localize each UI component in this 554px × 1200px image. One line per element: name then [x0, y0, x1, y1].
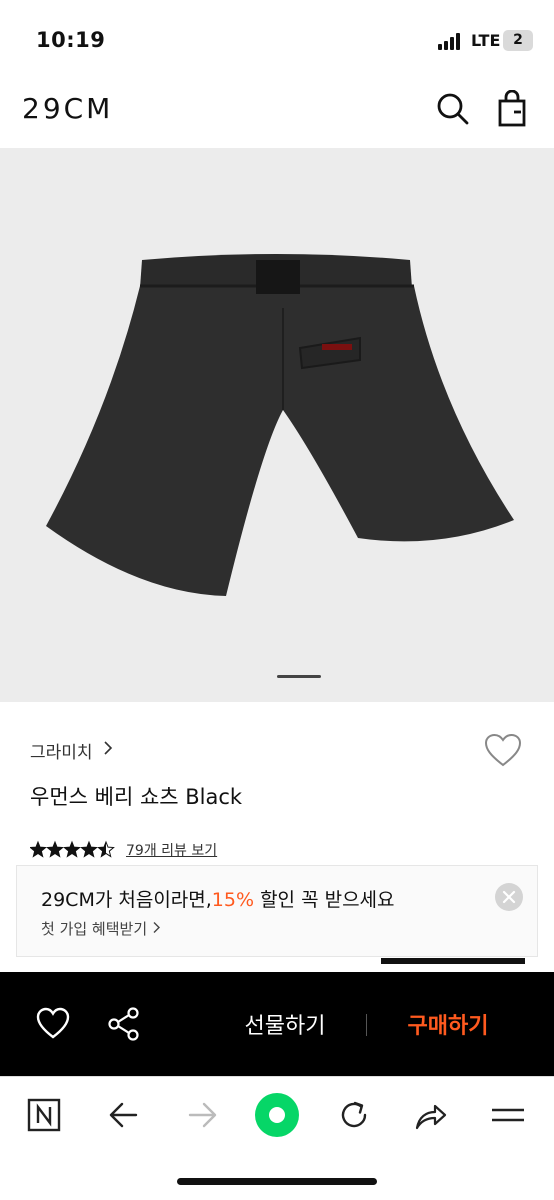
- promo-title-suffix: 할인 꼭 받으세요: [254, 889, 395, 911]
- promo-discount: 15%: [211, 889, 255, 911]
- network-type: LTE: [471, 31, 501, 50]
- heart-icon[interactable]: [484, 733, 522, 769]
- rating-stars: [30, 840, 115, 858]
- share-icon[interactable]: [106, 1006, 142, 1042]
- divider: [366, 1014, 367, 1036]
- shorts-illustration: [46, 254, 514, 596]
- naver-home-icon[interactable]: [26, 1097, 62, 1133]
- home-indicator: [177, 1178, 377, 1185]
- promo-title: 29CM가 처음이라면,15% 할인 꼭 받으세요: [41, 885, 395, 912]
- star-fill: [30, 842, 46, 857]
- share-icon[interactable]: [412, 1097, 448, 1133]
- action-bar: 선물하기 구매하기: [0, 972, 554, 1076]
- product-name: 우먼스 베리 쇼츠 Black: [30, 785, 243, 809]
- forward-icon[interactable]: [184, 1097, 220, 1133]
- search-icon[interactable]: [434, 90, 472, 128]
- product-image[interactable]: [0, 148, 554, 702]
- close-icon[interactable]: [495, 883, 523, 911]
- star-fill: [64, 842, 80, 857]
- status-time: 10:19: [36, 28, 106, 52]
- heart-icon[interactable]: [35, 1006, 71, 1042]
- status-bar: 10:19 LTE 2: [0, 0, 554, 80]
- promo-signup-label: 첫 가입 혜택받기: [41, 920, 148, 938]
- chevron-right-icon[interactable]: [102, 740, 114, 756]
- promo-title-prefix: 29CM가 처음이라면,: [41, 889, 212, 911]
- naver-green-dot-icon[interactable]: [254, 1092, 300, 1138]
- app-header: 29CM: [0, 80, 554, 148]
- partial-element: [381, 958, 525, 964]
- gift-button[interactable]: 선물하기: [225, 1008, 345, 1040]
- review-link[interactable]: 79개 리뷰 보기: [126, 840, 217, 860]
- battery-icon: 2: [503, 30, 533, 51]
- menu-icon[interactable]: [490, 1097, 526, 1133]
- star-fill: [47, 842, 63, 857]
- promo-banner[interactable]: 29CM가 처음이라면,15% 할인 꼭 받으세요 첫 가입 혜택받기: [16, 865, 538, 957]
- promo-signup-link[interactable]: 첫 가입 혜택받기: [41, 918, 162, 939]
- buy-button[interactable]: 구매하기: [388, 1008, 508, 1040]
- star-fill: [81, 842, 97, 857]
- brand-link[interactable]: 그라미치: [30, 738, 93, 763]
- shopping-bag-icon[interactable]: [494, 89, 532, 128]
- back-icon[interactable]: [106, 1097, 142, 1133]
- logo[interactable]: 29CM: [22, 92, 113, 125]
- carousel-indicator: [277, 675, 321, 678]
- signal-icon: [438, 32, 464, 50]
- refresh-icon[interactable]: [336, 1097, 372, 1133]
- chevron-right-icon: [153, 922, 160, 933]
